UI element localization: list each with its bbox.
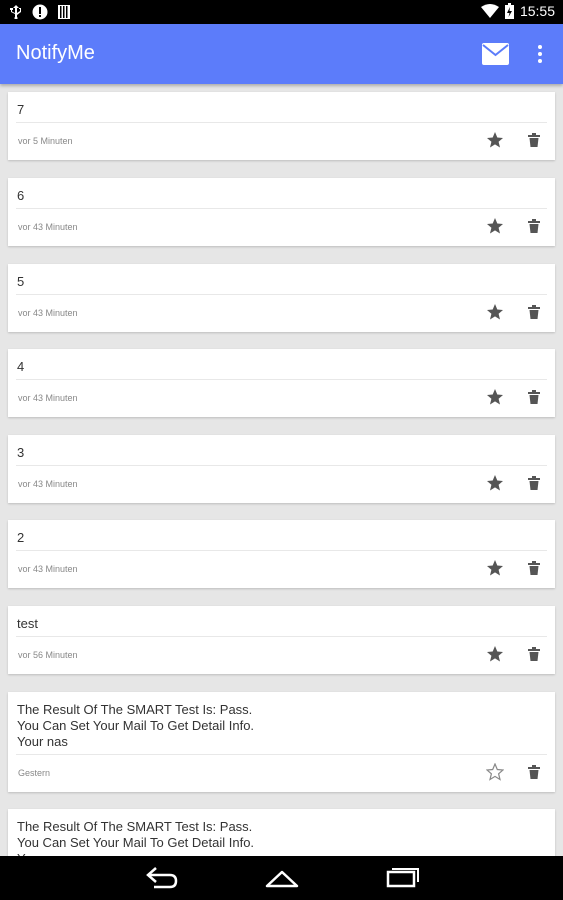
mail-icon[interactable] — [482, 43, 509, 65]
trash-icon[interactable] — [528, 561, 540, 575]
notification-message: 5 — [17, 274, 25, 289]
notification-time: Gestern — [18, 768, 51, 778]
notification-message: The Result Of The SMART Test Is: Pass. Y… — [17, 702, 255, 749]
card-divider — [16, 379, 547, 380]
home-icon[interactable] — [264, 864, 300, 892]
trash-icon[interactable] — [528, 765, 540, 779]
notification-card[interactable]: 2 vor 43 Minuten — [8, 520, 555, 588]
notification-card[interactable]: 6 vor 43 Minuten — [8, 178, 555, 246]
card-divider — [16, 294, 547, 295]
back-icon[interactable] — [144, 864, 180, 892]
notification-card[interactable]: 5 vor 43 Minuten — [8, 264, 555, 332]
wifi-icon — [480, 4, 499, 18]
battery-icon — [504, 3, 514, 19]
trash-icon[interactable] — [528, 647, 540, 661]
star-filled-icon[interactable] — [486, 474, 504, 492]
trash-icon[interactable] — [528, 133, 540, 147]
card-divider — [16, 208, 547, 209]
warning-icon — [32, 4, 48, 20]
usb-icon — [10, 5, 21, 19]
clock: 15:55 — [519, 3, 555, 19]
star-filled-icon[interactable] — [486, 645, 504, 663]
recent-apps-icon[interactable] — [385, 864, 421, 892]
notification-message: The Result Of The SMART Test Is: Pass. Y… — [17, 819, 255, 856]
notification-card[interactable]: test vor 56 Minuten — [8, 606, 555, 674]
star-outline-icon[interactable] — [486, 763, 504, 781]
notification-time: vor 43 Minuten — [18, 479, 78, 489]
notification-time: vor 5 Minuten — [18, 136, 73, 146]
star-filled-icon[interactable] — [486, 388, 504, 406]
star-filled-icon[interactable] — [486, 131, 504, 149]
storage-icon — [58, 5, 70, 19]
notification-time: vor 43 Minuten — [18, 222, 78, 232]
status-bar: 15:55 — [0, 0, 563, 24]
trash-icon[interactable] — [528, 476, 540, 490]
notification-card[interactable]: The Result Of The SMART Test Is: Pass. Y… — [8, 809, 555, 856]
notification-time: vor 56 Minuten — [18, 650, 78, 660]
card-divider — [16, 465, 547, 466]
notification-time: vor 43 Minuten — [18, 393, 78, 403]
star-filled-icon[interactable] — [486, 217, 504, 235]
notification-message: 6 — [17, 188, 25, 203]
app-bar: NotifyMe — [0, 24, 563, 84]
notification-card[interactable]: 7 vor 5 Minuten — [8, 92, 555, 160]
notification-message: 3 — [17, 445, 25, 460]
notification-card[interactable]: 4 vor 43 Minuten — [8, 349, 555, 417]
star-filled-icon[interactable] — [486, 559, 504, 577]
app-title: NotifyMe — [16, 42, 95, 64]
card-divider — [16, 550, 547, 551]
notification-card[interactable]: 3 vor 43 Minuten — [8, 435, 555, 503]
trash-icon[interactable] — [528, 305, 540, 319]
trash-icon[interactable] — [528, 390, 540, 404]
notification-time: vor 43 Minuten — [18, 564, 78, 574]
notification-list[interactable]: 7 vor 5 Minuten 6 vor 43 Minuten 5 vor 43 Min… — [0, 84, 563, 856]
notification-message: 2 — [17, 530, 25, 545]
card-divider — [16, 636, 547, 637]
notification-time: vor 43 Minuten — [18, 308, 78, 318]
notification-message: 4 — [17, 359, 25, 374]
notification-card[interactable]: The Result Of The SMART Test Is: Pass. Y… — [8, 692, 555, 792]
overflow-menu-icon[interactable] — [532, 43, 548, 65]
card-divider — [16, 754, 547, 755]
notification-message: test — [17, 616, 38, 631]
star-filled-icon[interactable] — [486, 303, 504, 321]
trash-icon[interactable] — [528, 219, 540, 233]
notification-message: 7 — [17, 102, 25, 117]
card-divider — [16, 122, 547, 123]
navigation-bar — [0, 856, 563, 900]
